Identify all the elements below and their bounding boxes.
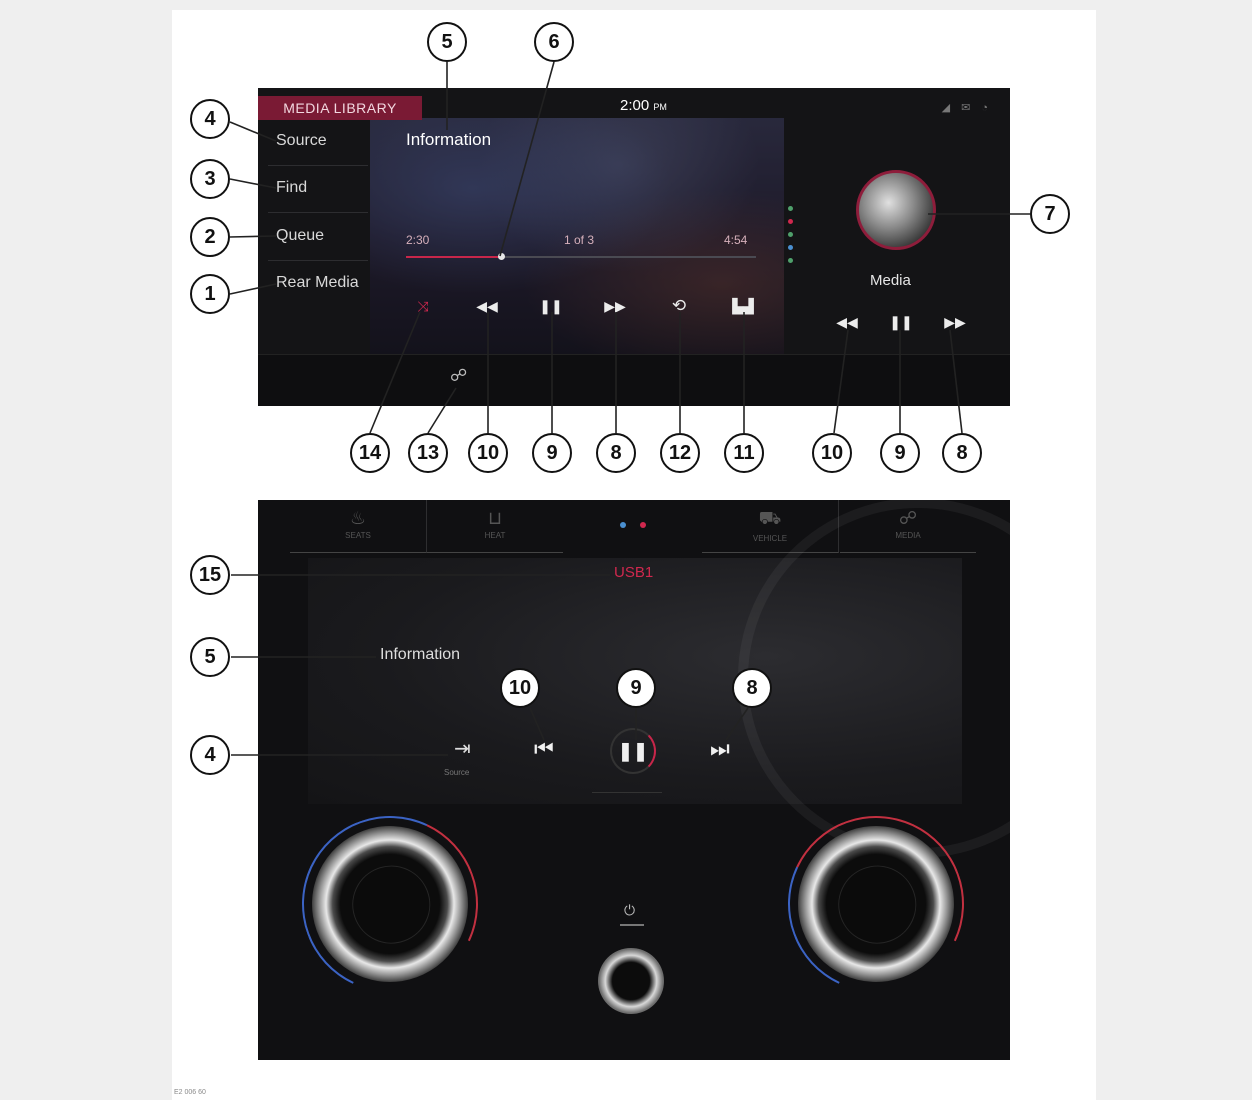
- callout-4: 4: [190, 99, 230, 139]
- callout-10-rear: 10: [812, 433, 852, 473]
- callout-6: 6: [534, 22, 574, 62]
- callout-9-lower: 9: [616, 668, 656, 708]
- callout-15: 15: [190, 555, 230, 595]
- callout-7: 7: [1030, 194, 1070, 234]
- callout-5: 5: [427, 22, 467, 62]
- callout-13: 13: [408, 433, 448, 473]
- callout-8-lower: 8: [732, 668, 772, 708]
- callout-5-lower: 5: [190, 637, 230, 677]
- callout-12: 12: [660, 433, 700, 473]
- callout-1: 1: [190, 274, 230, 314]
- callout-11: 11: [724, 433, 764, 473]
- callout-2: 2: [190, 217, 230, 257]
- callout-leader-lines: [229, 61, 1030, 756]
- callout-8-rear: 8: [942, 433, 982, 473]
- callout-10-lower: 10: [500, 668, 540, 708]
- figure-id: E2 006 60: [174, 1089, 206, 1096]
- callout-14: 14: [350, 433, 390, 473]
- callout-9-rear: 9: [880, 433, 920, 473]
- callout-9: 9: [532, 433, 572, 473]
- callout-4-lower: 4: [190, 735, 230, 775]
- callout-3: 3: [190, 159, 230, 199]
- callout-8: 8: [596, 433, 636, 473]
- callout-10: 10: [468, 433, 508, 473]
